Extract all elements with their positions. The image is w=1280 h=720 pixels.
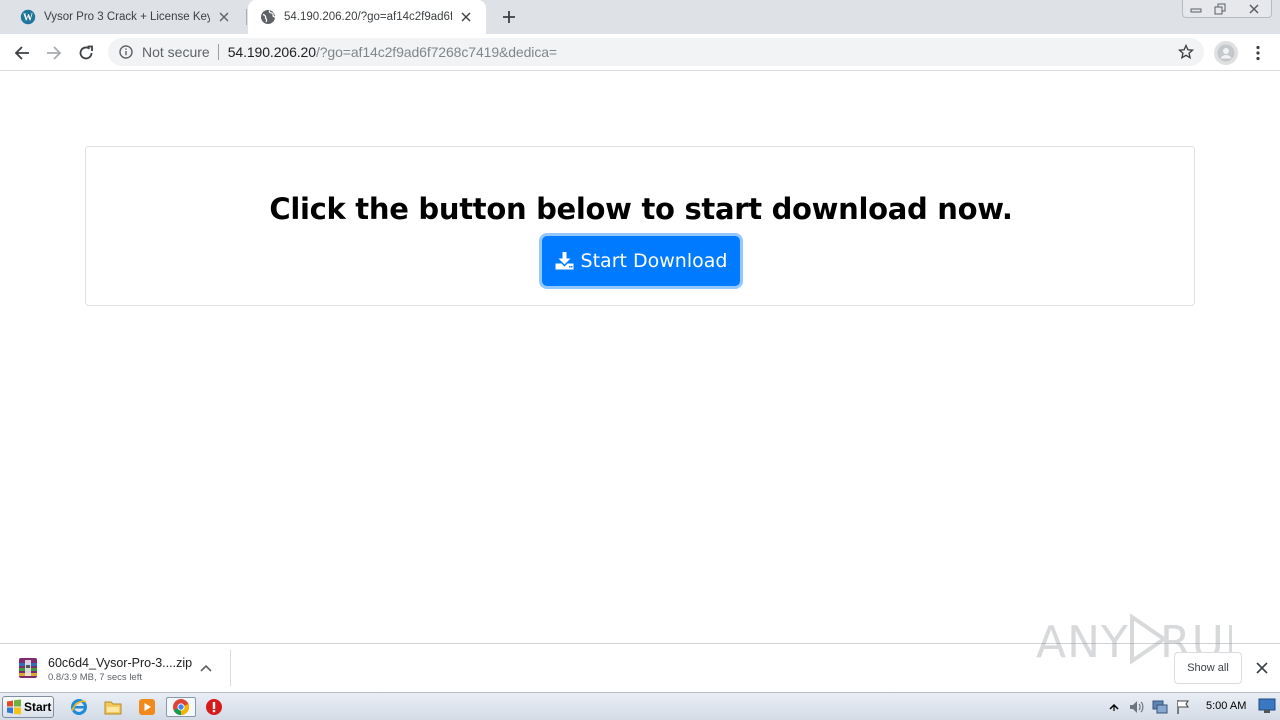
archive-file-icon [16, 656, 40, 680]
explorer-icon[interactable] [102, 697, 124, 717]
tab-active-download[interactable]: 54.190.206.20/?go=af14c2f9ad6f7 [248, 0, 486, 34]
globe-icon [260, 9, 276, 25]
monitor-icon[interactable] [1258, 698, 1276, 714]
profile-icon [1217, 44, 1235, 62]
svg-text:ANY: ANY [1036, 617, 1129, 668]
close-shelf-button[interactable] [1252, 658, 1272, 678]
download-file-name: 60c6d4_Vysor-Pro-3....zip [48, 656, 193, 670]
windows-logo-icon [7, 699, 21, 715]
shelf-divider [230, 650, 231, 686]
close-icon[interactable] [216, 9, 232, 25]
wordpress-icon: W [20, 9, 36, 25]
download-icon [555, 251, 575, 271]
download-item[interactable]: 60c6d4_Vysor-Pro-3....zip 0.8/3.9 MB, 7 … [8, 648, 230, 690]
menu-button[interactable] [1248, 41, 1268, 65]
avatar[interactable] [1214, 41, 1238, 65]
url-path: /?go=af14c2f9ad6f7268c7419&dedica= [315, 44, 557, 60]
page-headline: Click the button below to start download… [269, 192, 1013, 226]
windows-taskbar: Start 5:00 AM [0, 692, 1280, 720]
reload-button[interactable] [72, 39, 100, 67]
arrow-left-icon [14, 46, 29, 60]
start-download-button[interactable]: Start Download [542, 236, 740, 286]
restore-button[interactable] [1208, 0, 1232, 18]
info-icon[interactable] [118, 44, 134, 60]
address-bar[interactable]: Not secure 54.190.206.20/?go=af14c2f9ad6… [108, 38, 1204, 66]
chevron-up-icon[interactable] [1104, 697, 1124, 717]
reload-icon [79, 45, 93, 60]
url-text[interactable]: 54.190.206.20/?go=af14c2f9ad6f7268c7419&… [228, 44, 557, 60]
tab-title: Vysor Pro 3 Crack + License Key (To [44, 11, 210, 23]
tab-separator [246, 9, 247, 25]
window-close-button[interactable] [1238, 0, 1270, 18]
chrome-icon[interactable] [166, 697, 196, 717]
omnibox-divider [217, 44, 219, 60]
start-download-label: Start Download [580, 250, 728, 272]
back-button[interactable] [8, 39, 36, 67]
volume-icon[interactable] [1127, 697, 1147, 717]
arrow-right-icon [47, 46, 62, 60]
start-button[interactable]: Start [2, 696, 54, 718]
url-host: 54.190.206.20 [227, 44, 316, 60]
system-tray [1104, 695, 1280, 719]
flag-icon[interactable] [1173, 697, 1193, 717]
media-player-icon[interactable] [136, 697, 158, 717]
chevron-up-icon[interactable] [198, 660, 214, 676]
new-tab-button[interactable] [498, 6, 520, 28]
minimize-button[interactable] [1184, 0, 1208, 18]
close-icon [1256, 662, 1268, 674]
ie-icon[interactable] [68, 697, 90, 717]
forward-button[interactable] [40, 39, 68, 67]
network-icon[interactable] [1150, 697, 1170, 717]
show-all-button[interactable]: Show all [1174, 652, 1242, 684]
more-vert-icon [1256, 45, 1260, 61]
svg-text:W: W [23, 13, 33, 24]
download-shelf: 60c6d4_Vysor-Pro-3....zip 0.8/3.9 MB, 7 … [0, 613, 1280, 692]
browser-toolbar: Not secure 54.190.206.20/?go=af14c2f9ad6… [0, 34, 1280, 71]
tab-title: 54.190.206.20/?go=af14c2f9ad6f7 [284, 11, 452, 23]
stop-icon[interactable] [203, 697, 225, 717]
clock[interactable]: 5:00 AM [1206, 700, 1246, 712]
tab-strip: W Vysor Pro 3 Crack + License Key (To 54… [0, 0, 1280, 34]
download-status: 0.8/3.9 MB, 7 secs left [48, 672, 142, 683]
download-card: Click the button below to start download… [85, 146, 1195, 306]
tab-vysor[interactable]: W Vysor Pro 3 Crack + License Key (To [8, 0, 244, 34]
close-icon[interactable] [458, 9, 474, 25]
star-icon[interactable] [1178, 44, 1194, 60]
start-label: Start [24, 700, 52, 714]
security-label[interactable]: Not secure [142, 44, 210, 60]
